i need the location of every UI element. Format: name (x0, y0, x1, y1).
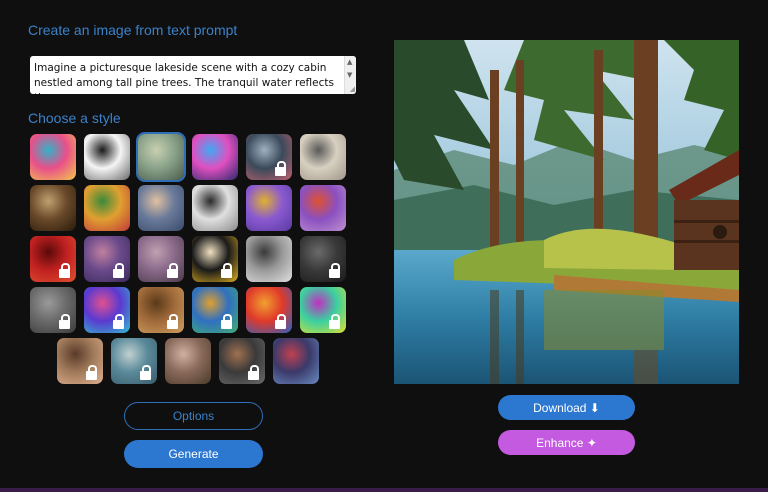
style-tile-op-art-spiral[interactable] (192, 185, 238, 231)
style-tile-isometric-cube[interactable] (246, 185, 292, 231)
style-tile-pastel-figure[interactable] (111, 338, 157, 384)
lock-icon (167, 314, 178, 329)
style-tile-neon-robot[interactable] (192, 134, 238, 180)
style-tile-soft-figure[interactable] (138, 236, 184, 282)
generated-image (394, 40, 739, 384)
style-tile-cyber-face[interactable] (273, 338, 319, 384)
options-button[interactable]: Options (124, 402, 263, 430)
style-tile-paper-flower[interactable] (300, 185, 346, 231)
lock-icon (248, 365, 259, 380)
lock-icon (86, 365, 97, 380)
style-tile-pirate-portrait[interactable] (219, 338, 265, 384)
enhance-button[interactable]: Enhance ✦ (498, 430, 635, 455)
style-tile-landscape-ruins[interactable] (136, 132, 186, 182)
style-tile-colorful-glitch[interactable] (300, 287, 346, 333)
prompt-scrollbar[interactable]: ▲ ▼ ◢ (344, 56, 356, 94)
style-tile-vintage-sketch[interactable] (300, 134, 346, 180)
style-tile-purple-portrait[interactable] (84, 236, 130, 282)
style-tile-psychedelic-abstract[interactable] (30, 134, 76, 180)
style-tile-panda[interactable] (84, 134, 130, 180)
style-tile-fantasy-warrior[interactable] (57, 338, 103, 384)
lock-icon (140, 365, 151, 380)
prompt-textarea[interactable]: Imagine a picturesque lakeside scene wit… (30, 56, 356, 94)
lock-icon (59, 314, 70, 329)
style-tile-bronze-sculpture[interactable] (138, 287, 184, 333)
lakeside-cabin-image (394, 40, 739, 384)
lock-icon (59, 263, 70, 278)
lock-icon (275, 314, 286, 329)
style-tile-pop-art-face[interactable] (192, 236, 238, 282)
lock-icon (167, 263, 178, 278)
style-tile-anime-girl[interactable] (246, 134, 292, 180)
lock-icon (275, 161, 286, 176)
style-tile-fire-abstract[interactable] (246, 287, 292, 333)
lock-icon (221, 314, 232, 329)
style-tile-classic-portrait[interactable] (165, 338, 211, 384)
lock-icon (221, 263, 232, 278)
style-tile-dark-figure[interactable] (300, 236, 346, 282)
resize-grip-icon[interactable]: ◢ (350, 85, 355, 93)
create-heading: Create an image from text prompt (28, 22, 238, 38)
style-heading: Choose a style (28, 110, 121, 126)
lock-icon (329, 314, 340, 329)
lock-icon (113, 263, 124, 278)
scroll-up-icon[interactable]: ▲ (347, 58, 352, 66)
style-tile-flower-still-life[interactable] (84, 185, 130, 231)
style-tile-pattern-grid[interactable] (192, 287, 238, 333)
prompt-text: Imagine a picturesque lakeside scene wit… (34, 62, 334, 94)
bottom-bar (0, 488, 768, 492)
style-tile-ballet-dancers[interactable] (138, 185, 184, 231)
generate-button[interactable]: Generate (124, 440, 263, 468)
style-tile-architecture[interactable] (246, 236, 292, 282)
scroll-down-icon[interactable]: ▼ (347, 71, 352, 79)
style-tile-red-skull[interactable] (30, 236, 76, 282)
style-tile-pixel-blur[interactable] (30, 287, 76, 333)
style-tile-renaissance-portrait[interactable] (30, 185, 76, 231)
lock-icon (329, 263, 340, 278)
lock-icon (113, 314, 124, 329)
style-tile-neon-portrait[interactable] (84, 287, 130, 333)
download-button[interactable]: Download ⬇ (498, 395, 635, 420)
